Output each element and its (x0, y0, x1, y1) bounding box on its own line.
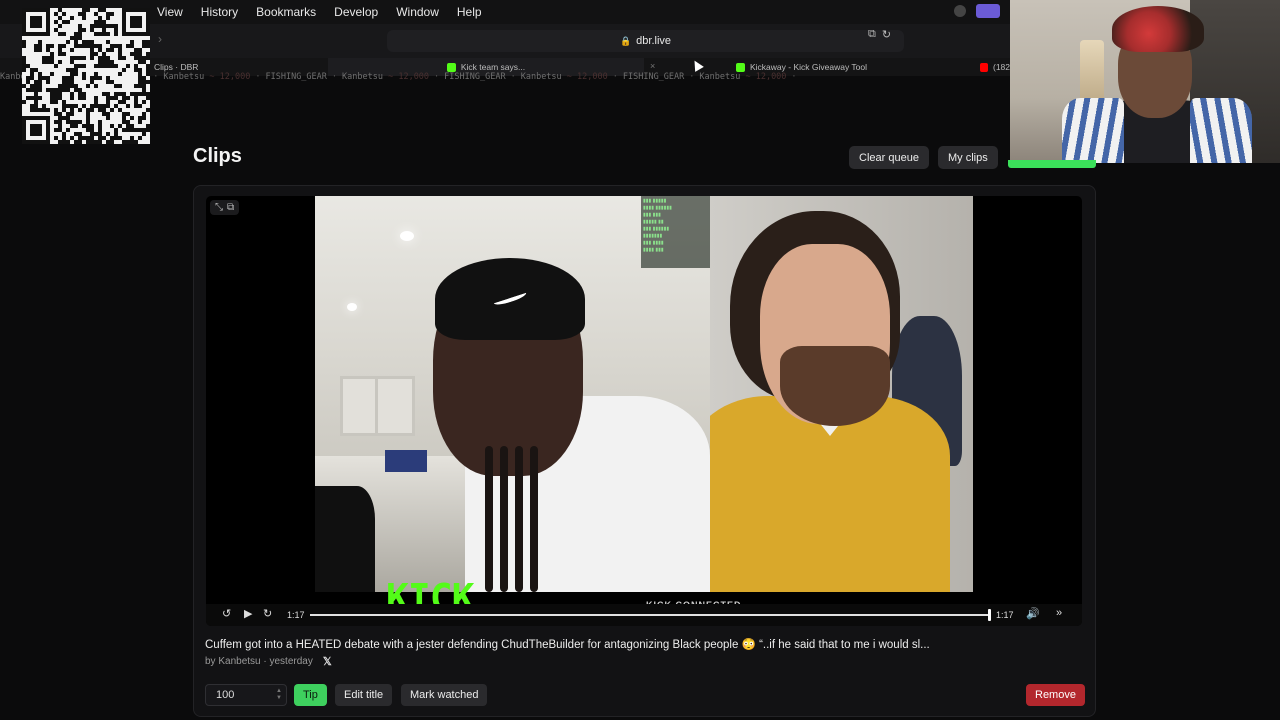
reload-icon[interactable]: ↻ (882, 28, 891, 41)
status-icon[interactable] (954, 5, 966, 17)
video-frame-left: ▮▮▮ ▮▮▮▮▮ ▮▮▮▮ ▮▮▮▮▮▮ ▮▮▮ ▮▮▮ ▮▮▮▮▮ ▮▮ ▮▮▮ ▮… (315, 196, 710, 592)
menu-items: View History Bookmarks Develop Window He… (157, 0, 500, 24)
menu-window[interactable]: Window (396, 5, 439, 19)
youtube-icon (980, 62, 988, 72)
kick-icon (446, 62, 456, 72)
progress-track[interactable] (310, 609, 991, 621)
rewind-icon[interactable]: ↺ (222, 607, 231, 620)
ticker-user: FISHING_GEAR (265, 72, 327, 82)
close-icon[interactable]: × (650, 61, 655, 71)
tip-amount-value: 100 (216, 689, 235, 701)
tab-label: Clips · DBR (154, 62, 199, 72)
ticker-user: FISHING_GEAR (622, 72, 685, 82)
url-text: dbr.live (636, 35, 672, 47)
clear-queue-button[interactable]: Clear queue (849, 146, 929, 169)
address-actions: ⧉ ↻ (868, 28, 891, 41)
ticker-separator: · (153, 72, 159, 82)
ticker-amount: ~ 12,000 (204, 72, 251, 82)
play-icon[interactable]: ▶ (244, 607, 252, 620)
clip-meta: by Kanbetsu · yesterday 𝕏 (205, 655, 332, 668)
menu-bookmarks[interactable]: Bookmarks (256, 5, 316, 19)
ticker-separator: · (689, 72, 695, 82)
ticker-user: Kanbetsu (342, 72, 383, 82)
edit-title-button[interactable]: Edit title (335, 684, 393, 706)
duration: 1:17 (996, 610, 1014, 620)
app-icon[interactable] (976, 4, 1000, 18)
ticker-separator: · (612, 72, 618, 82)
ticker-amount: ~ 12,000 (561, 72, 608, 82)
ticker-separator: · (255, 72, 261, 82)
player-corner-controls: ⤡ ⧉ (210, 200, 240, 215)
progress-fill (310, 614, 990, 616)
tab-label: Kickaway - Kick Giveaway Tool (750, 62, 867, 72)
x-icon[interactable]: 𝕏 (323, 655, 332, 668)
address-bar[interactable]: 🔒 dbr.live (387, 30, 904, 52)
qr-code-image (22, 8, 150, 144)
webcam-overlay (1010, 0, 1280, 163)
translate-icon[interactable]: ⧉ (868, 28, 876, 41)
menu-help[interactable]: Help (457, 5, 482, 19)
ticker-user: FISHING_GEAR (444, 72, 506, 82)
menu-history[interactable]: History (201, 5, 238, 19)
kickaway-icon (736, 62, 745, 72)
tip-amount-input[interactable]: 100 ▲ ▼ (205, 684, 287, 706)
volume-icon[interactable]: 🔊 (1026, 607, 1040, 620)
clip-title: Cuffem got into a HEATED debate with a j… (205, 639, 930, 651)
donation-ticker: Kanbetsu ~ 100·FISHING_GEAR·Kanbetsu ~ 1… (0, 72, 1010, 84)
menu-develop[interactable]: Develop (334, 5, 378, 19)
ticker-separator: · (791, 72, 797, 82)
qr-code (22, 8, 150, 144)
ticker-separator: · (331, 72, 338, 82)
tab-label: Kick team says... (460, 62, 526, 72)
pip-icon[interactable]: ⧉ (227, 202, 234, 213)
ticker-separator: · (510, 72, 516, 82)
current-time: 1:17 (287, 610, 305, 620)
forward-skip-icon[interactable]: ↻ (263, 607, 272, 620)
accent-bar (1008, 160, 1096, 168)
menu-view[interactable]: View (157, 5, 183, 19)
tip-button[interactable]: Tip (294, 684, 327, 706)
forward-icon[interactable]: › (158, 32, 162, 46)
status-icons (954, 4, 1000, 18)
stepper-icon[interactable]: ▲ ▼ (276, 688, 282, 702)
ticker-user: Kanbetsu (520, 72, 562, 82)
progress-thumb[interactable] (988, 609, 991, 621)
ticker-amount: ~ 12,000 (382, 72, 430, 82)
browser-toolbar: › 🔒 dbr.live ⧉ ↻ (0, 24, 1010, 58)
video-player[interactable]: ▮▮▮ ▮▮▮▮▮ ▮▮▮▮ ▮▮▮▮▮▮ ▮▮▮ ▮▮▮ ▮▮▮▮▮ ▮▮ ▮▮▮ ▮… (206, 196, 1082, 626)
expand-icon[interactable]: ⤡ (215, 202, 223, 213)
page-title: Clips (193, 145, 242, 167)
ticker-amount: ~ 12,000 (740, 72, 787, 82)
remove-button[interactable]: Remove (1026, 684, 1085, 706)
video-frame-right (710, 196, 973, 592)
player-controls: ↺ ▶ ↻ 1:17 1:17 🔊 » (206, 604, 1082, 626)
ticker-separator: · (434, 72, 440, 82)
my-clips-button[interactable]: My clips (938, 146, 998, 169)
chat-overlay: ▮▮▮ ▮▮▮▮▮ ▮▮▮▮ ▮▮▮▮▮▮ ▮▮▮ ▮▮▮ ▮▮▮▮▮ ▮▮ ▮▮▮ ▮… (641, 196, 710, 268)
lock-icon: 🔒 (619, 35, 632, 46)
mark-watched-button[interactable]: Mark watched (401, 684, 488, 706)
ticker-user: Kanbetsu (699, 72, 741, 82)
tab-label: (182 (992, 62, 1010, 72)
ticker-user: Kanbetsu (163, 72, 205, 82)
clip-byline: by Kanbetsu · yesterday (205, 656, 313, 667)
next-icon[interactable]: » (1056, 607, 1062, 619)
